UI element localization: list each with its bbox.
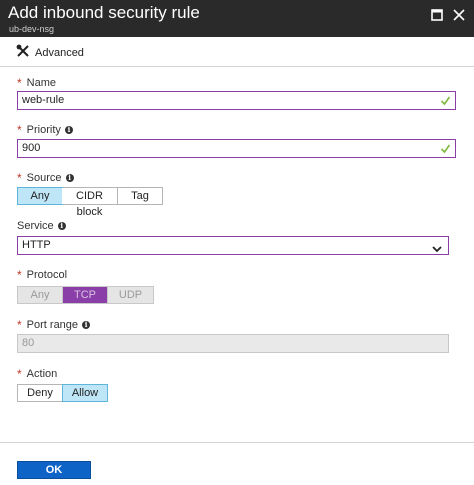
priority-label: * Priority i [17,123,73,137]
source-label: * Source i [17,171,74,185]
port-range-value: 80 [22,337,35,349]
info-icon[interactable]: i [65,174,74,182]
ok-button[interactable]: OK [17,461,91,479]
required-asterisk: * [17,268,22,282]
maximize-icon[interactable] [428,6,446,24]
source-label-text: Source [26,172,62,184]
protocol-label-text: Protocol [26,269,68,281]
protocol-option-any: Any [18,287,63,303]
name-value: web-rule [22,94,65,106]
source-option-tag[interactable]: Tag [118,188,162,204]
window-subtitle: ub-dev-nsg [9,24,55,34]
action-option-deny[interactable]: Deny [18,385,63,401]
info-icon[interactable]: i [64,126,73,134]
port-range-label-text: Port range [26,319,79,331]
title-bar: Add inbound security rule ub-dev-nsg [0,0,474,37]
port-range-input: 80 [17,334,449,353]
service-value: HTTP [22,239,51,251]
port-range-label: * Port range i [17,318,91,332]
source-option-cidr-block[interactable]: CIDR block [62,188,118,218]
service-dropdown[interactable]: HTTP [17,236,449,255]
name-label-text: Name [26,77,57,89]
footer-divider [0,442,474,443]
action-label-text: Action [26,368,58,380]
checkmark-icon [440,95,451,112]
protocol-label: * Protocol [17,268,67,282]
name-label: * Name [17,76,56,90]
action-label: * Action [17,367,57,381]
action-selector: Deny Allow [17,384,108,402]
window-title: Add inbound security rule [8,3,200,22]
checkmark-icon [440,143,451,160]
required-asterisk: * [17,171,22,185]
chevron-down-icon [432,242,442,259]
required-asterisk: * [17,367,22,381]
source-selector: Any CIDR block Tag [17,187,163,218]
info-icon[interactable]: i [82,321,91,329]
required-asterisk: * [17,318,22,332]
source-option-any[interactable]: Any [17,187,63,205]
info-icon[interactable]: i [57,222,66,230]
required-asterisk: * [17,123,22,137]
toolbar: Advanced [0,37,474,67]
protocol-selector: Any TCP UDP [17,286,154,304]
protocol-option-udp: UDP [108,287,153,303]
wrench-screwdriver-icon [16,44,30,63]
required-asterisk: * [17,76,22,90]
priority-label-text: Priority [26,124,61,136]
name-input[interactable]: web-rule [17,91,456,110]
priority-input[interactable]: 900 [17,139,456,158]
action-option-allow[interactable]: Allow [62,384,108,402]
close-icon[interactable] [450,6,468,24]
priority-value: 900 [22,142,41,154]
service-label-text: Service [17,220,54,232]
advanced-label: Advanced [35,47,84,59]
protocol-option-tcp: TCP [63,287,108,303]
service-label: Service i [17,220,66,232]
advanced-button[interactable]: Advanced [16,44,84,63]
